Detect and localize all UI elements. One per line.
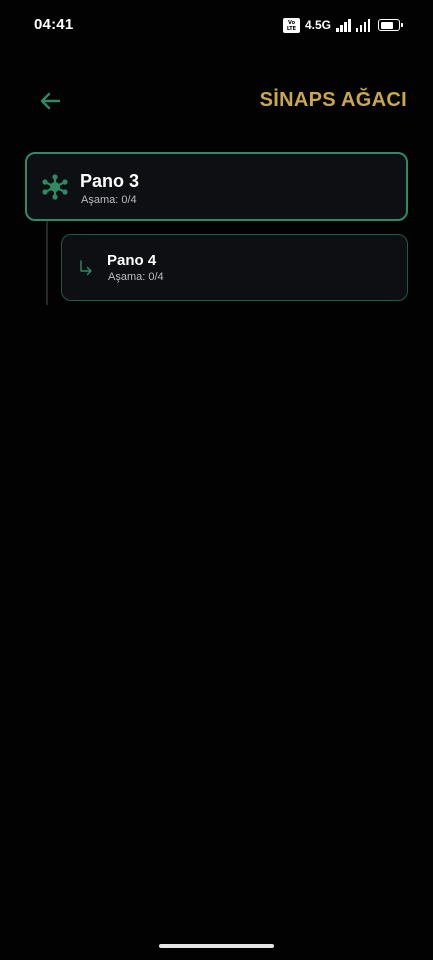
home-indicator[interactable]	[159, 944, 274, 948]
subdirectory-arrow-right-icon	[80, 260, 92, 276]
node-stage: Aşama: 0/4	[108, 271, 164, 283]
signal-strength-icon-2	[355, 18, 370, 32]
node-title: Pano 3	[80, 171, 140, 191]
node-title: Pano 4	[107, 252, 157, 269]
network-hub-icon	[42, 174, 68, 200]
status-bar: 04:41 Vo LTE 4.5G	[0, 0, 433, 48]
volte-icon: Vo LTE	[282, 17, 300, 33]
status-time: 04:41	[34, 16, 74, 33]
arrow-left-icon	[40, 92, 61, 110]
battery-icon	[378, 19, 403, 31]
network-type: 4.5G	[304, 18, 331, 32]
back-button[interactable]	[36, 88, 64, 114]
page-title: SİNAPS AĞACI	[259, 89, 407, 111]
tree-connector-line	[46, 221, 48, 305]
signal-strength-icon	[336, 18, 351, 32]
tree-node-child[interactable]: Pano 4 Aşama: 0/4	[61, 234, 408, 301]
tree-node-root[interactable]: Pano 3 Aşama: 0/4	[25, 152, 408, 221]
battery-level	[380, 21, 394, 29]
node-stage: Aşama: 0/4	[81, 194, 137, 206]
status-icons: Vo LTE 4.5G	[282, 16, 403, 34]
